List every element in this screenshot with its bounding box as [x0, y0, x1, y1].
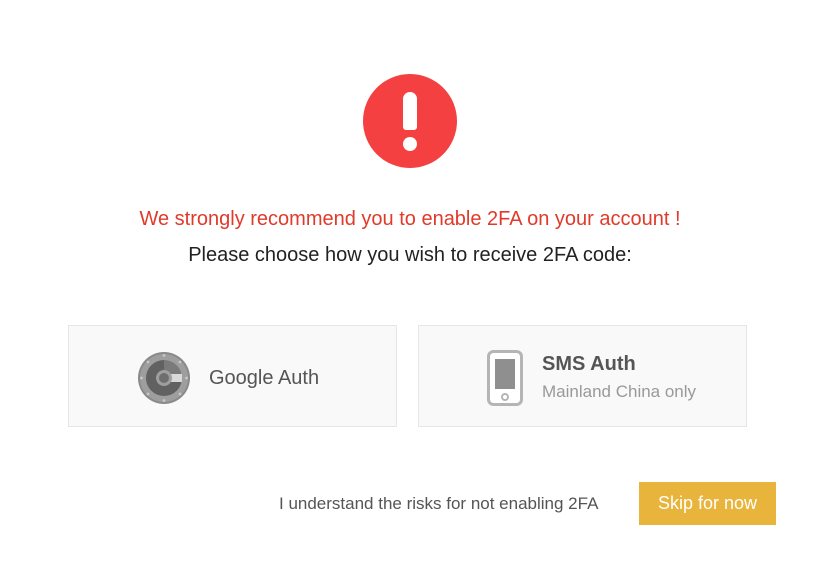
sms-auth-label: SMS Auth: [542, 353, 636, 375]
risk-acknowledgement-text: I understand the risks for not enabling …: [279, 494, 599, 513]
headline: We strongly recommend you to enable 2FA …: [139, 208, 681, 230]
skip-for-now-button[interactable]: Skip for now: [639, 482, 776, 525]
exclamation-dot: [403, 137, 417, 151]
exclamation-bar: [403, 92, 417, 130]
mobile-phone-icon: [487, 350, 523, 406]
google-authenticator-icon: [138, 352, 190, 404]
sms-auth-option[interactable]: SMS Auth Mainland China only: [418, 325, 747, 427]
google-auth-option[interactable]: Google Auth: [68, 325, 397, 427]
sms-auth-sublabel: Mainland China only: [542, 382, 697, 401]
subline: Please choose how you wish to receive 2F…: [188, 244, 632, 266]
enable-2fa-page: We strongly recommend you to enable 2FA …: [0, 0, 820, 567]
google-auth-label: Google Auth: [209, 367, 320, 389]
exclamation-icon: [363, 74, 457, 168]
